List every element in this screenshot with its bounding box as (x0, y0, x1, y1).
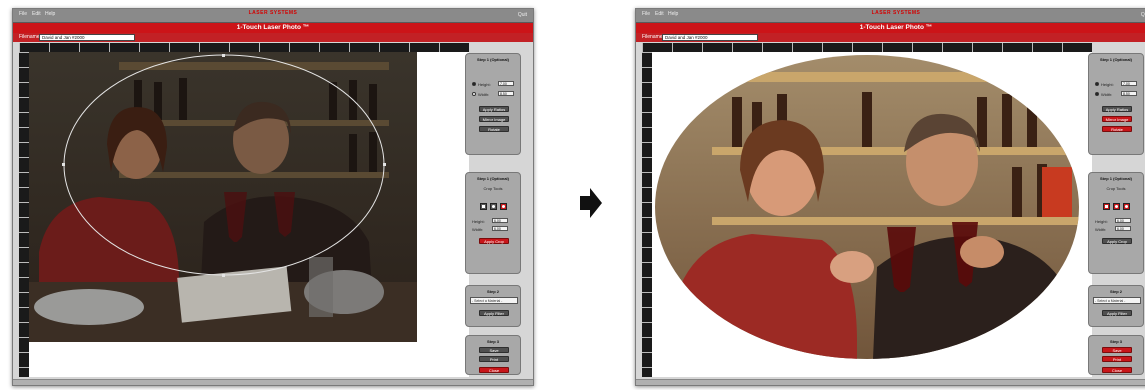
panel-crop-title: Step 1 (Optional) (477, 176, 509, 181)
brand-logo: LASER SYSTEMS (13, 10, 533, 16)
panel-dimensions-title: Step 1 (Optional) (477, 57, 509, 62)
panel-material: Step 2 - Select a Material - Apply Filte… (465, 285, 521, 327)
apply-filter-button[interactable]: Apply Filter (479, 310, 509, 316)
apply-crop-button[interactable]: Apply Crop (1102, 238, 1132, 244)
menu-quit[interactable]: Quit (1141, 12, 1145, 18)
crop-tools-label: Crop Tools (483, 186, 503, 191)
ruler-horizontal (19, 43, 469, 52)
photo-after (655, 55, 1079, 359)
close-button[interactable]: Close (1102, 367, 1132, 373)
print-button[interactable]: Print (1102, 356, 1132, 362)
panel-dimensions: Step 1 (Optional) Height: 7.00 Width: 8.… (1088, 53, 1144, 155)
arrow-right-icon (580, 188, 602, 218)
width-input[interactable]: 8.50 (1121, 91, 1137, 96)
panel-output-title: Step 3 (1109, 339, 1122, 344)
crop-width-label: Width: (472, 227, 484, 232)
height-label: Height: (1101, 82, 1114, 87)
rotate-button[interactable]: Rotate (479, 126, 509, 132)
material-select[interactable]: - Select a Material - (470, 297, 518, 304)
crop-width-label: Width: (1095, 227, 1107, 232)
crop-oval-button[interactable] (500, 203, 507, 210)
rotate-button[interactable]: Rotate (1102, 126, 1132, 132)
panel-dimensions: Step 1 (Optional) Height: 7.00 Width: 8.… (465, 53, 521, 155)
apply-crop-button[interactable]: Apply Crop (479, 238, 509, 244)
crop-square-button[interactable] (480, 203, 487, 210)
ruler-vertical (19, 52, 29, 377)
crop-oval-button[interactable] (1123, 203, 1130, 210)
brand-logo: LASER SYSTEMS (636, 10, 1145, 16)
oval-icon (502, 205, 505, 208)
width-radio[interactable] (1095, 92, 1099, 96)
status-bar (636, 379, 1145, 385)
brand-text: LASER SYSTEMS (871, 10, 921, 16)
panel-material: Step 2 - Select a Material - Apply Filte… (1088, 285, 1144, 327)
oval-icon (1125, 205, 1128, 208)
menu-bar: File Edit Help LASER SYSTEMS Quit (13, 9, 533, 23)
width-input[interactable]: 8.50 (498, 91, 514, 96)
apply-filter-button[interactable]: Apply Filter (1102, 310, 1132, 316)
filename-label: Filename: (19, 34, 41, 40)
menu-quit[interactable]: Quit (518, 12, 527, 18)
filename-label: Filename: (642, 34, 664, 40)
brand-text: LASER SYSTEMS (248, 10, 298, 16)
photo-canvas[interactable] (652, 52, 1092, 377)
panel-material-title: Step 2 (486, 289, 499, 294)
ruler-horizontal (642, 43, 1092, 52)
panel-output-title: Step 3 (486, 339, 499, 344)
height-radio[interactable] (1095, 82, 1099, 86)
crop-circle-button[interactable] (1113, 203, 1120, 210)
app-title: 1-Touch Laser Photo ™ (13, 23, 533, 33)
panel-crop: Step 1 (Optional) Crop Tools Height: 6.0… (465, 172, 521, 274)
panel-output: Step 3 Save Print Close (465, 335, 521, 375)
menu-bar: File Edit Help LASER SYSTEMS Quit (636, 9, 1145, 23)
app-window-before: File Edit Help LASER SYSTEMS Quit 1-Touc… (12, 8, 534, 386)
close-button[interactable]: Close (479, 367, 509, 373)
panel-material-title: Step 2 (1109, 289, 1122, 294)
height-radio[interactable] (472, 82, 476, 86)
crop-circle-button[interactable] (490, 203, 497, 210)
apply-ratio-button[interactable]: Apply Ratios (479, 106, 509, 112)
crop-square-button[interactable] (1103, 203, 1110, 210)
height-label: Height: (478, 82, 491, 87)
crop-width-input[interactable]: 6.00 (492, 226, 508, 231)
filename-input[interactable]: David and Jan #2000 (662, 34, 758, 41)
filename-input[interactable]: David and Jan #2000 (39, 34, 135, 41)
panel-output: Step 3 Save Print Close (1088, 335, 1144, 375)
mirror-image-button[interactable]: Mirror Image (479, 116, 509, 122)
ruler-vertical (642, 52, 652, 377)
app-window-after: File Edit Help LASER SYSTEMS Quit 1-Touc… (635, 8, 1145, 386)
app-title: 1-Touch Laser Photo ™ (636, 23, 1145, 33)
panel-crop: Step 1 (Optional) Crop Tools Height: 6.0… (1088, 172, 1144, 274)
panel-dimensions-title: Step 1 (Optional) (1100, 57, 1132, 62)
height-input[interactable]: 7.00 (1121, 81, 1137, 86)
crop-height-label: Height: (1095, 219, 1108, 224)
photo-canvas[interactable] (29, 52, 469, 377)
crop-height-label: Height: (472, 219, 485, 224)
width-radio[interactable] (472, 92, 476, 96)
square-icon (1105, 205, 1108, 208)
material-select[interactable]: - Select a Material - (1093, 297, 1141, 304)
crop-height-input[interactable]: 6.00 (1115, 218, 1131, 223)
filename-row: Filename: David and Jan #2000 (636, 33, 1145, 42)
apply-ratio-button[interactable]: Apply Ratios (1102, 106, 1132, 112)
circle-icon (492, 205, 495, 208)
status-bar (13, 379, 533, 385)
height-input[interactable]: 7.00 (498, 81, 514, 86)
mirror-image-button[interactable]: Mirror Image (1102, 116, 1132, 122)
crop-tools-label: Crop Tools (1106, 186, 1126, 191)
crop-height-input[interactable]: 6.00 (492, 218, 508, 223)
width-label: Width: (1101, 92, 1113, 97)
width-label: Width: (478, 92, 490, 97)
panel-crop-title: Step 1 (Optional) (1100, 176, 1132, 181)
circle-icon (1115, 205, 1118, 208)
save-button[interactable]: Save (479, 347, 509, 353)
print-button[interactable]: Print (479, 356, 509, 362)
crop-width-input[interactable]: 6.00 (1115, 226, 1131, 231)
filename-row: Filename: David and Jan #2000 (13, 33, 533, 42)
photo-before (29, 52, 417, 342)
save-button[interactable]: Save (1102, 347, 1132, 353)
square-icon (482, 205, 485, 208)
